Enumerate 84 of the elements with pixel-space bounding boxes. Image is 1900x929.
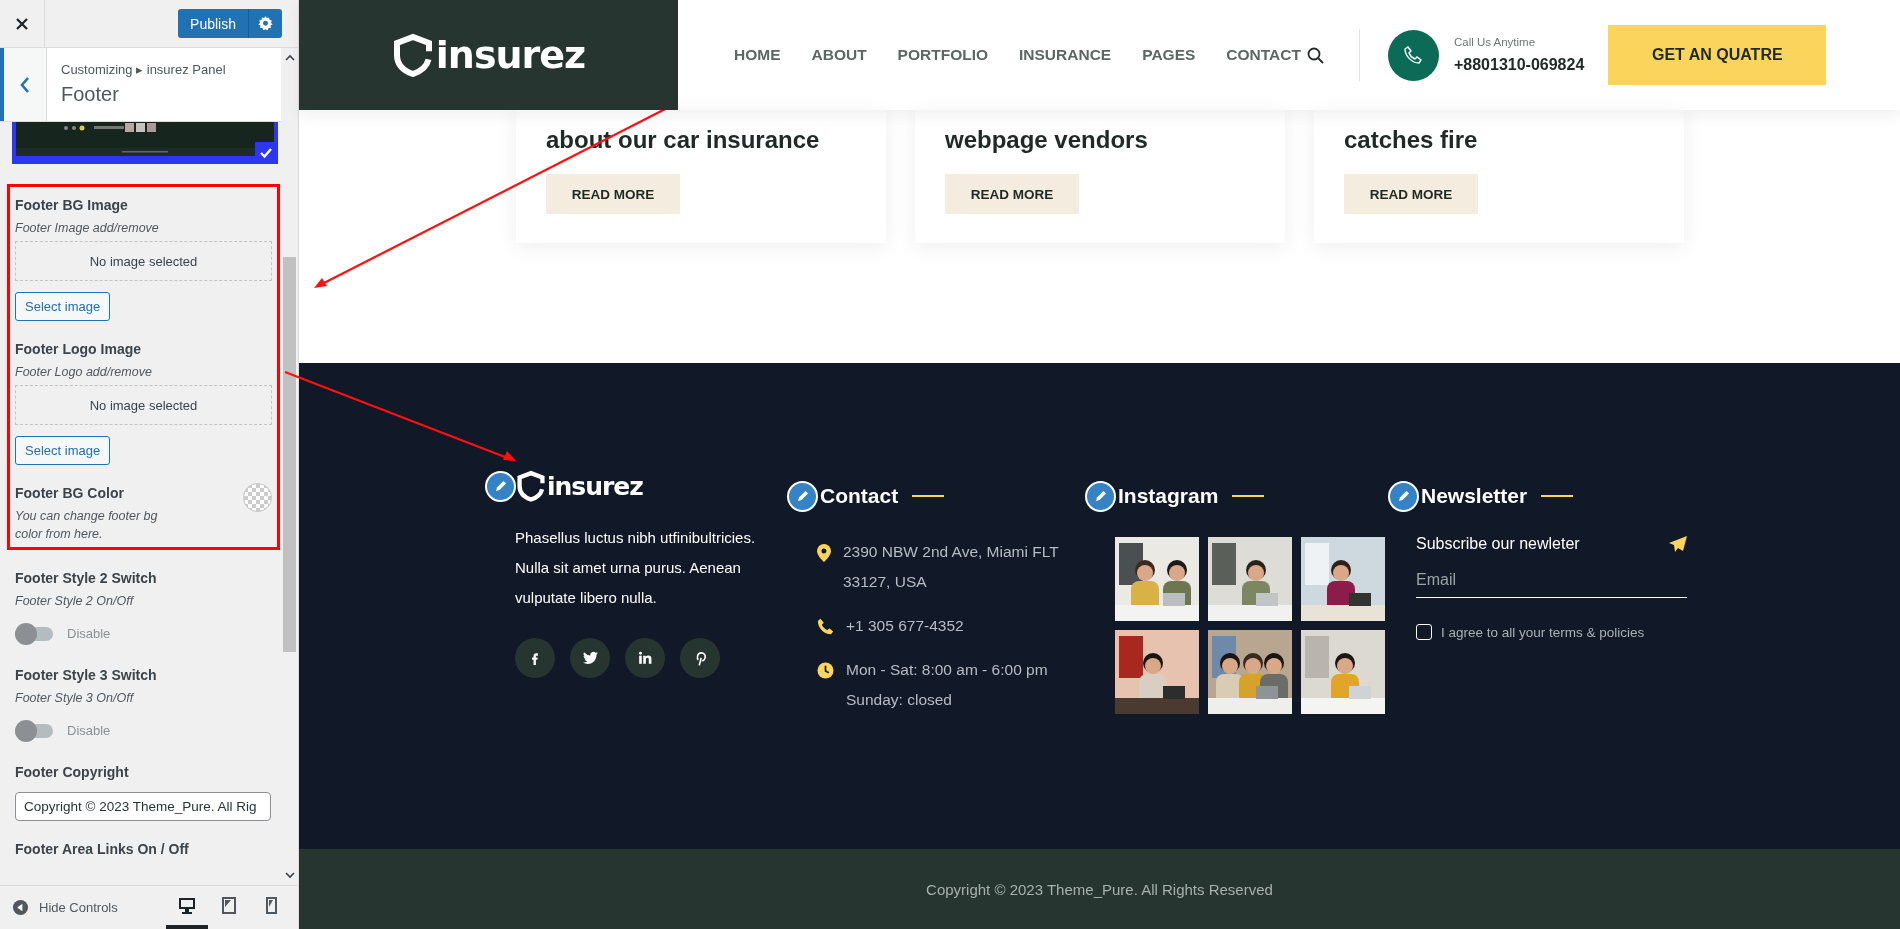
edit-shortcut-icon[interactable] (787, 480, 818, 512)
edit-shortcut-icon[interactable] (1388, 480, 1419, 512)
shield-logo-icon (516, 470, 546, 502)
social-link[interactable] (515, 638, 555, 678)
contact-text: Mon - Sat: 8:00 am - 6:00 pm (846, 660, 1048, 680)
nav-link[interactable]: ABOUT (811, 46, 867, 64)
read-more-button[interactable]: READ MORE (546, 174, 680, 214)
clock-icon (817, 662, 834, 679)
mobile-icon (265, 897, 277, 914)
site-logo[interactable]: insurez (435, 33, 586, 77)
card-title[interactable]: webpage vendors (945, 126, 1148, 154)
search-icon[interactable] (1306, 46, 1324, 64)
phone-number: +8801310-069824 (1453, 56, 1585, 74)
footer-heading: Newsletter (1421, 484, 1528, 508)
control-label: Footer Logo Image (15, 340, 141, 359)
control-description: Footer Logo add/remove (15, 364, 152, 381)
footer-heading: Instagram (1118, 484, 1219, 508)
send-icon[interactable] (1669, 536, 1687, 552)
email-field[interactable]: Email (1416, 571, 1687, 598)
settings-button[interactable] (248, 9, 282, 38)
control-label: Footer Style 3 Switch (15, 666, 157, 685)
nav-link[interactable]: PORTFOLIO (897, 46, 989, 64)
control-description: Footer Style 3 On/Off (15, 690, 134, 707)
settings-icon (258, 16, 273, 31)
control-description: Footer Style 2 On/Off (15, 593, 134, 610)
nav-link[interactable]: PAGES (1142, 46, 1196, 64)
agree-label: I agree to all your terms & policies (1441, 624, 1645, 640)
image-dropzone[interactable]: No image selected (15, 385, 272, 425)
read-more-button[interactable]: READ MORE (945, 174, 1079, 214)
chevron-left-icon (19, 75, 31, 94)
select-image-button[interactable]: Select image (15, 436, 111, 465)
publish-button[interactable]: Publish (178, 9, 248, 38)
checkbox[interactable] (1416, 624, 1432, 640)
linkedin-icon (638, 651, 652, 665)
footer-logo[interactable]: insurez (547, 471, 643, 501)
phone-icon (817, 618, 834, 635)
breadcrumb: Customizing ▸ insurez Panel (61, 62, 226, 77)
close-icon (15, 16, 29, 31)
call-label: Call Us Anytime (1453, 36, 1537, 48)
image-dropzone[interactable]: No image selected (15, 241, 272, 281)
copyright-text: Copyright © 2023 Theme_Pure. All Rights Reserved (926, 880, 1273, 898)
nav-link[interactable]: HOME (734, 46, 781, 64)
scroll-up-icon[interactable] (284, 54, 295, 61)
footer-heading: Contact (820, 484, 899, 508)
control-label: Footer BG Color (15, 484, 124, 503)
hide-controls-button[interactable]: Hide Controls (0, 899, 118, 916)
social-link[interactable] (625, 638, 665, 678)
toggle-state: Disable (67, 626, 111, 641)
back-button[interactable] (0, 48, 47, 121)
control-label: Footer BG Image (15, 196, 128, 215)
text-field[interactable]: Copyright © 2023 Theme_Pure. All Rig (15, 792, 271, 821)
newsletter-text: Subscribe our newleter (1416, 535, 1580, 553)
read-more-button[interactable]: READ MORE (1344, 174, 1478, 214)
collapse-icon (12, 899, 29, 916)
card-title[interactable]: about our car insurance (546, 126, 820, 154)
quote-button[interactable]: GET AN QUATRE (1608, 25, 1827, 85)
control-description: Footer Image add/remove (15, 220, 159, 237)
social-link[interactable] (570, 638, 610, 678)
contact-text: Sunday: closed (846, 690, 952, 710)
tablet-icon (222, 897, 236, 914)
desktop-icon (178, 897, 196, 914)
control-label: Footer Style 2 Switch (15, 569, 157, 588)
contact-text: 33127, USA (843, 572, 927, 592)
nav-link[interactable]: INSURANCE (1019, 46, 1112, 64)
contact-text: 2390 NBW 2nd Ave, Miami FLT (843, 542, 1059, 562)
control-description: You can change footer bg color from here. (15, 508, 159, 543)
select-image-button[interactable]: Select image (15, 292, 111, 321)
section-title: Footer (61, 83, 120, 106)
contact-text: +1 305 677-4352 (846, 616, 964, 636)
nav-link[interactable]: CONTACT (1226, 46, 1301, 64)
scroll-down-icon[interactable] (284, 872, 295, 879)
location-pin-icon (817, 544, 831, 562)
about-text: Phasellus luctus nibh utfinibultricies. Nulla sit amet urna purus. Aenean vulputate libero nulla. (515, 528, 757, 608)
color-swatch[interactable] (243, 483, 272, 512)
control-label: Footer Copyright (15, 763, 129, 782)
control-label: Footer Area Links On / Off (15, 840, 189, 859)
toggle-state: Disable (67, 723, 111, 738)
edit-shortcut-icon[interactable] (1085, 480, 1116, 512)
scrollbar-thumb[interactable] (283, 257, 296, 652)
social-link[interactable] (680, 638, 720, 678)
edit-shortcut-icon[interactable] (485, 470, 516, 502)
shield-logo-icon (391, 33, 434, 77)
bird-icon (582, 651, 598, 665)
card-title[interactable]: catches fire (1344, 126, 1478, 154)
